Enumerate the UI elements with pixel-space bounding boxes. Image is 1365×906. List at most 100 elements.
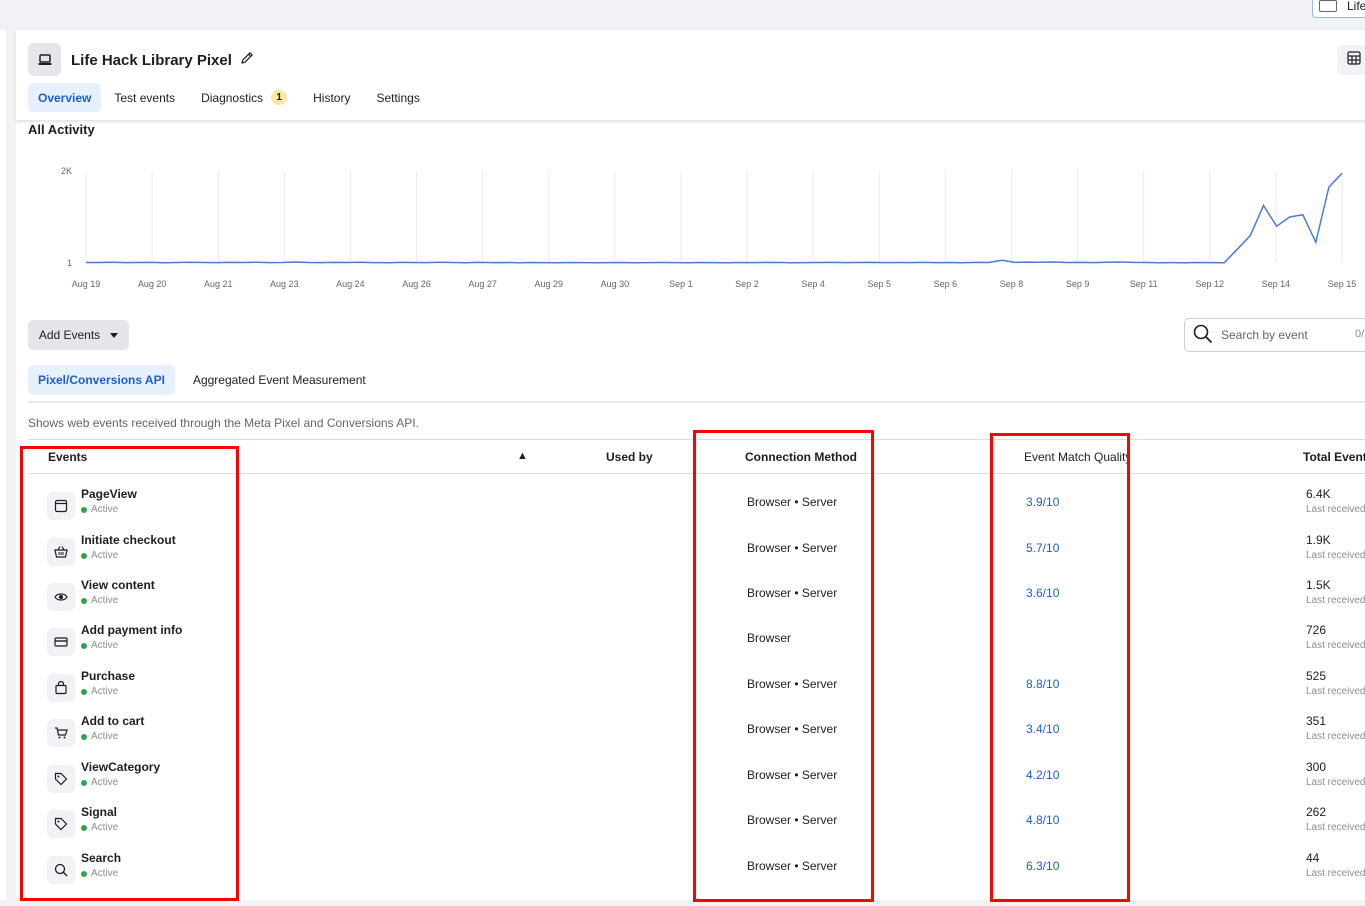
- table-header-divider: [28, 473, 1365, 474]
- tab-test-events-label: Test events: [114, 90, 176, 105]
- header-used-by: Used by: [606, 450, 653, 464]
- header-total-events: Total Events: [1303, 450, 1365, 464]
- event-match-quality-score[interactable]: 4.8/10: [1026, 813, 1059, 827]
- header-connection-method: Connection Method: [745, 450, 857, 464]
- event-match-quality-score[interactable]: 5.7/10: [1026, 541, 1059, 555]
- table-view-button[interactable]: [1337, 45, 1365, 75]
- event-name[interactable]: PageView: [81, 487, 137, 501]
- event-status-label: Active: [91, 868, 119, 879]
- x-tick-label: Aug 19: [72, 279, 101, 289]
- event-name[interactable]: View content: [81, 578, 155, 592]
- event-name[interactable]: Add payment info: [81, 623, 182, 637]
- event-name[interactable]: Initiate checkout: [81, 533, 176, 547]
- connection-method: Browser • Server: [747, 813, 838, 827]
- status-dot: [81, 779, 87, 786]
- event-status: Active: [81, 686, 118, 697]
- search-input[interactable]: Search by event 0/: [1184, 318, 1365, 352]
- x-tick-label: Aug 20: [138, 279, 167, 289]
- x-tick-label: Aug 29: [534, 279, 563, 289]
- event-status-label: Active: [91, 640, 119, 651]
- event-status: Active: [81, 504, 118, 515]
- status-dot: [81, 506, 87, 513]
- event-name[interactable]: Search: [81, 851, 121, 865]
- connection-method: Browser • Server: [747, 677, 838, 691]
- table-row[interactable]: Signal Active Browser • Server 4.8/10 262 Las…: [16, 798, 1365, 844]
- event-match-quality-score[interactable]: 6.3/10: [1026, 859, 1059, 873]
- event-match-quality-score[interactable]: 3.4/10: [1026, 722, 1059, 736]
- tab-history[interactable]: History: [300, 83, 363, 112]
- chart-grid: [85, 171, 1343, 263]
- shopping-bag-icon: [47, 674, 75, 702]
- pixel-header: Life Hack Library Pixel Overview Test ev…: [16, 30, 1365, 120]
- cart-icon: [47, 719, 75, 747]
- event-match-quality-score[interactable]: 3.6/10: [1026, 586, 1059, 600]
- status-dot: [81, 733, 87, 740]
- event-status-label: Active: [91, 822, 119, 833]
- total-events-count: 300: [1306, 760, 1327, 774]
- search-placeholder: Search by event: [1221, 328, 1308, 342]
- tab-aggregated-event-measurement[interactable]: Aggregated Event Measurement: [183, 365, 376, 395]
- total-events-count: 351: [1306, 714, 1327, 728]
- event-source-tabs: Pixel/Conversions API Aggregated Event M…: [28, 365, 376, 395]
- connection-method: Browser • Server: [747, 495, 838, 509]
- pencil-icon[interactable]: [240, 51, 254, 69]
- connection-method: Browser • Server: [747, 541, 838, 555]
- table-row[interactable]: Search Active Browser • Server 6.3/10 44 Last…: [16, 844, 1365, 890]
- x-tick-label: Sep 11: [1130, 279, 1158, 289]
- x-tick-label: Sep 1: [669, 279, 693, 289]
- table-row[interactable]: View content Active Browser • Server 3.6/10…: [16, 571, 1365, 617]
- last-received: Last received: [1306, 777, 1365, 788]
- event-match-quality-score[interactable]: 3.9/10: [1026, 495, 1059, 509]
- total-events-count: 6.4K: [1306, 487, 1331, 501]
- add-events-button[interactable]: Add Events: [28, 320, 129, 350]
- chart-y-ticks: 2K 1: [61, 166, 72, 268]
- table-row[interactable]: Purchase Active Browser • Server 8.8/10 525 L…: [16, 662, 1365, 708]
- add-events-label: Add Events: [38, 328, 101, 342]
- ad-account-icon: [1319, 0, 1337, 12]
- table-row[interactable]: Add to cart Active Browser • Server 3.4/10 3…: [16, 707, 1365, 753]
- table-row[interactable]: Initiate checkout Active Browser • Server 5…: [16, 526, 1365, 572]
- event-status-label: Active: [91, 504, 119, 515]
- last-received: Last received: [1306, 731, 1365, 742]
- tab-pixel-conversions-api[interactable]: Pixel/Conversions API: [28, 365, 175, 395]
- event-status: Active: [81, 550, 118, 561]
- tab-settings[interactable]: Settings: [363, 83, 432, 112]
- status-dot: [81, 688, 87, 695]
- connection-method: Browser • Server: [747, 768, 838, 782]
- event-status: Active: [81, 777, 118, 788]
- total-events-count: 262: [1306, 805, 1327, 819]
- event-name[interactable]: Signal: [81, 805, 117, 819]
- event-name[interactable]: ViewCategory: [81, 760, 160, 774]
- browser-window-icon: [47, 492, 75, 520]
- tab-test-events[interactable]: Test events: [101, 83, 188, 112]
- event-name[interactable]: Add to cart: [81, 714, 144, 728]
- last-received: Last received: [1306, 686, 1365, 697]
- tab-aggregated-event-measurement-label: Aggregated Event Measurement: [192, 373, 366, 387]
- table-row[interactable]: Add payment info Active Browser 726 Last rec…: [16, 616, 1365, 662]
- tab-overview-label: Overview: [38, 90, 92, 105]
- event-name[interactable]: Purchase: [81, 669, 135, 683]
- total-events-count: 1.9K: [1306, 533, 1331, 547]
- header-event-match-quality: Event Match Quality: [1024, 450, 1130, 464]
- header-events: Events: [48, 450, 88, 464]
- page-title: Life Hack Library Pixel: [71, 51, 254, 69]
- tab-diagnostics[interactable]: Diagnostics 1: [188, 83, 300, 112]
- connection-method: Browser: [747, 631, 792, 645]
- table-top-divider: [28, 439, 1365, 440]
- event-match-quality-score[interactable]: 4.2/10: [1026, 768, 1059, 782]
- search-char-count: 0/: [1355, 328, 1365, 340]
- connection-method: Browser • Server: [747, 586, 838, 600]
- account-chip[interactable]: Life: [1312, 0, 1365, 18]
- table-row[interactable]: ViewCategory Active Browser • Server 4.2/10…: [16, 753, 1365, 799]
- total-events-count: 726: [1306, 623, 1327, 637]
- tab-overview[interactable]: Overview: [28, 83, 102, 112]
- last-received: Last received: [1306, 822, 1365, 833]
- diagnostics-badge: 1: [271, 90, 288, 105]
- event-match-quality-score[interactable]: 8.8/10: [1026, 677, 1059, 691]
- event-status-label: Active: [91, 731, 119, 742]
- pixel-panel: Life Hack Library Pixel Overview Test ev…: [16, 30, 1365, 900]
- table-row[interactable]: PageView Active Browser • Server 3.9/10 6.4K…: [16, 480, 1365, 526]
- status-dot: [81, 597, 87, 604]
- search-icon: [1193, 324, 1213, 347]
- event-status-label: Active: [91, 777, 119, 788]
